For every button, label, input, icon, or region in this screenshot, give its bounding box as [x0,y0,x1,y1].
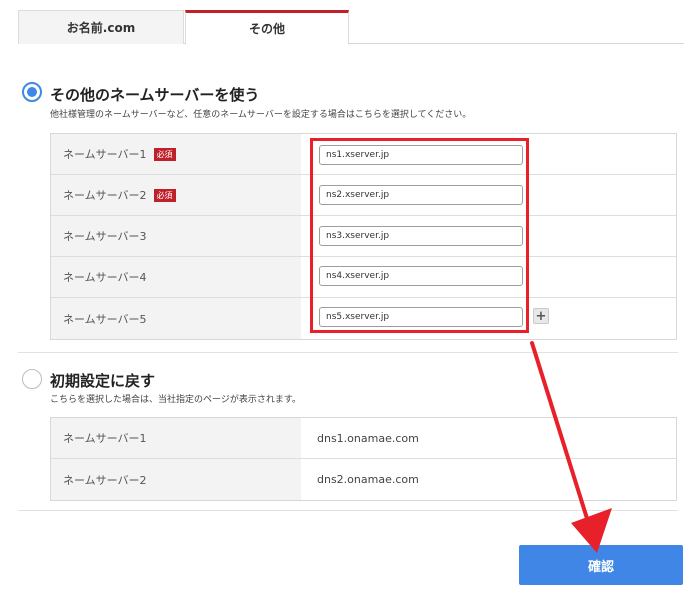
radio-default-nameservers[interactable] [22,369,42,389]
add-nameserver-button[interactable]: + [533,308,549,324]
nameserver-3-label: ネームサーバー3 [63,230,147,243]
row-label: ネームサーバー2 必須 [51,175,301,215]
default-nameserver-2-value: dns2.onamae.com [301,459,676,500]
required-badge: 必須 [153,147,176,161]
default-nameserver-table: ネームサーバー1 dns1.onamae.com ネームサーバー2 dns2.o… [50,417,677,501]
default-nameserver-1-value: dns1.onamae.com [301,418,676,458]
table-row: ネームサーバー1 dns1.onamae.com [51,418,676,459]
nameserver-2-label: ネームサーバー2 [63,189,147,202]
table-row: ネームサーバー2 dns2.onamae.com [51,459,676,500]
nameserver-4-label: ネームサーバー4 [63,271,147,284]
tab-onamae[interactable]: お名前.com [18,10,184,44]
nameserver-1-label: ネームサーバー1 [63,148,147,161]
row-label: ネームサーバー5 [51,298,301,339]
tab-other[interactable]: その他 [185,10,349,45]
row-label: ネームサーバー1 必須 [51,134,301,174]
option-default-description: こちらを選択した場合は、当社指定のページが表示されます。 [50,395,301,405]
confirm-button[interactable]: 確認 [519,545,683,585]
default-nameserver-2-label: ネームサーバー2 [63,473,147,487]
option-default-title: 初期設定に戻す [50,372,156,390]
option-other-description: 他社様管理のネームサーバーなど、任意のネームサーバーを設定する場合はこちらを選択… [50,110,472,120]
section-divider [18,510,678,511]
radio-other-nameservers[interactable] [22,82,42,102]
highlight-box [310,138,529,333]
option-other-title: その他のネームサーバーを使う [50,86,260,104]
row-label: ネームサーバー3 [51,216,301,256]
row-label: ネームサーバー1 [51,418,301,458]
nameserver-5-label: ネームサーバー5 [63,312,147,326]
row-label: ネームサーバー4 [51,257,301,297]
required-badge: 必須 [153,188,176,202]
section-divider [18,352,678,353]
default-nameserver-1-label: ネームサーバー1 [63,432,147,445]
row-label: ネームサーバー2 [51,459,301,500]
